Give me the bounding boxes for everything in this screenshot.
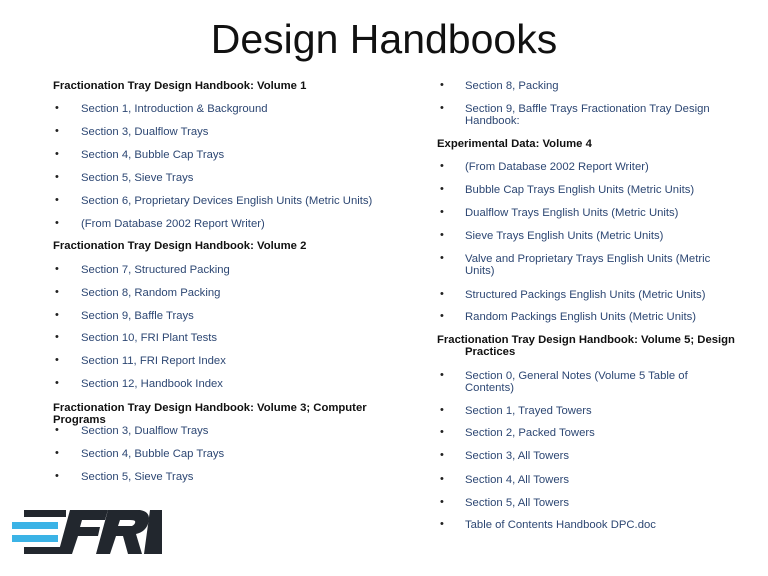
bullet-icon: • (55, 447, 59, 459)
handbook-link[interactable]: Section 9, Baffle Trays Fractionation Tr… (465, 103, 735, 127)
handbook-link[interactable]: Section 5, Sieve Trays (81, 471, 421, 483)
handbook-link[interactable]: Valve and Proprietary Trays English Unit… (465, 253, 735, 277)
bullet-icon: • (55, 171, 59, 183)
page-title: Design Handbooks (210, 16, 558, 62)
handbook-link[interactable]: Sieve Trays English Units (Metric Units) (465, 230, 735, 242)
handbook-link[interactable]: Section 5, All Towers (465, 497, 735, 509)
bullet-icon: • (440, 102, 444, 114)
handbook-link[interactable]: Bubble Cap Trays English Units (Metric U… (465, 184, 735, 196)
bullet-icon: • (440, 496, 444, 508)
handbook-link[interactable]: Section 3, All Towers (465, 450, 735, 462)
handbook-link[interactable]: Section 8, Random Packing (81, 287, 421, 299)
bullet-icon: • (55, 331, 59, 343)
bullet-icon: • (55, 194, 59, 206)
handbook-link[interactable]: Section 10, FRI Plant Tests (81, 332, 421, 344)
bullet-icon: • (440, 369, 444, 381)
section-heading: Experimental Data: Volume 4 (437, 138, 592, 150)
handbook-link[interactable]: Section 9, Baffle Trays (81, 310, 421, 322)
bullet-icon: • (440, 160, 444, 172)
bullet-icon: • (55, 125, 59, 137)
bullet-icon: • (440, 310, 444, 322)
bullet-icon: • (440, 206, 444, 218)
section-heading: Fractionation Tray Design Handbook: Volu… (437, 334, 735, 358)
bullet-icon: • (55, 286, 59, 298)
handbook-link[interactable]: Section 1, Trayed Towers (465, 405, 735, 417)
handbook-link[interactable]: (From Database 2002 Report Writer) (465, 161, 735, 173)
bullet-icon: • (55, 470, 59, 482)
bullet-icon: • (55, 217, 59, 229)
bullet-icon: • (440, 426, 444, 438)
bullet-icon: • (440, 183, 444, 195)
bullet-icon: • (55, 148, 59, 160)
bullet-icon: • (440, 229, 444, 241)
bullet-icon: • (440, 404, 444, 416)
handbook-link[interactable]: Section 4, All Towers (465, 474, 735, 486)
bullet-icon: • (55, 377, 59, 389)
handbook-link[interactable]: Section 6, Proprietary Devices English U… (81, 195, 421, 207)
bullet-icon: • (440, 518, 444, 530)
handbook-link[interactable]: Random Packings English Units (Metric Un… (465, 311, 735, 323)
bullet-icon: • (440, 288, 444, 300)
bullet-icon: • (440, 79, 444, 91)
bullet-icon: • (440, 449, 444, 461)
bullet-icon: • (55, 263, 59, 275)
bullet-icon: • (55, 424, 59, 436)
handbook-link[interactable]: (From Database 2002 Report Writer) (81, 218, 421, 230)
handbook-link[interactable]: Section 7, Structured Packing (81, 264, 421, 276)
handbook-link[interactable]: Section 12, Handbook Index (81, 378, 421, 390)
handbook-link[interactable]: Section 3, Dualflow Trays (81, 126, 421, 138)
section-heading: Fractionation Tray Design Handbook: Volu… (53, 402, 367, 426)
handbook-link[interactable]: Section 3, Dualflow Trays (81, 425, 421, 437)
fri-logo (12, 508, 162, 561)
handbook-link[interactable]: Dualflow Trays English Units (Metric Uni… (465, 207, 735, 219)
handbook-link[interactable]: Section 1, Introduction & Background (81, 103, 421, 115)
handbook-link[interactable]: Section 2, Packed Towers (465, 427, 735, 439)
handbook-link[interactable]: Section 4, Bubble Cap Trays (81, 448, 421, 460)
handbook-link[interactable]: Structured Packings English Units (Metri… (465, 289, 735, 301)
bullet-icon: • (55, 309, 59, 321)
handbook-link[interactable]: Section 0, General Notes (Volume 5 Table… (465, 370, 735, 394)
handbook-link[interactable]: Section 8, Packing (465, 80, 735, 92)
handbook-link[interactable]: Section 11, FRI Report Index (81, 355, 421, 367)
handbook-link[interactable]: Section 4, Bubble Cap Trays (81, 149, 421, 161)
section-heading: Fractionation Tray Design Handbook: Volu… (53, 240, 307, 252)
bullet-icon: • (440, 252, 444, 264)
bullet-icon: • (55, 102, 59, 114)
handbook-link[interactable]: Table of Contents Handbook DPC.doc (465, 519, 735, 531)
bullet-icon: • (440, 473, 444, 485)
section-heading: Fractionation Tray Design Handbook: Volu… (53, 80, 307, 92)
handbook-link[interactable]: Section 5, Sieve Trays (81, 172, 421, 184)
bullet-icon: • (55, 354, 59, 366)
